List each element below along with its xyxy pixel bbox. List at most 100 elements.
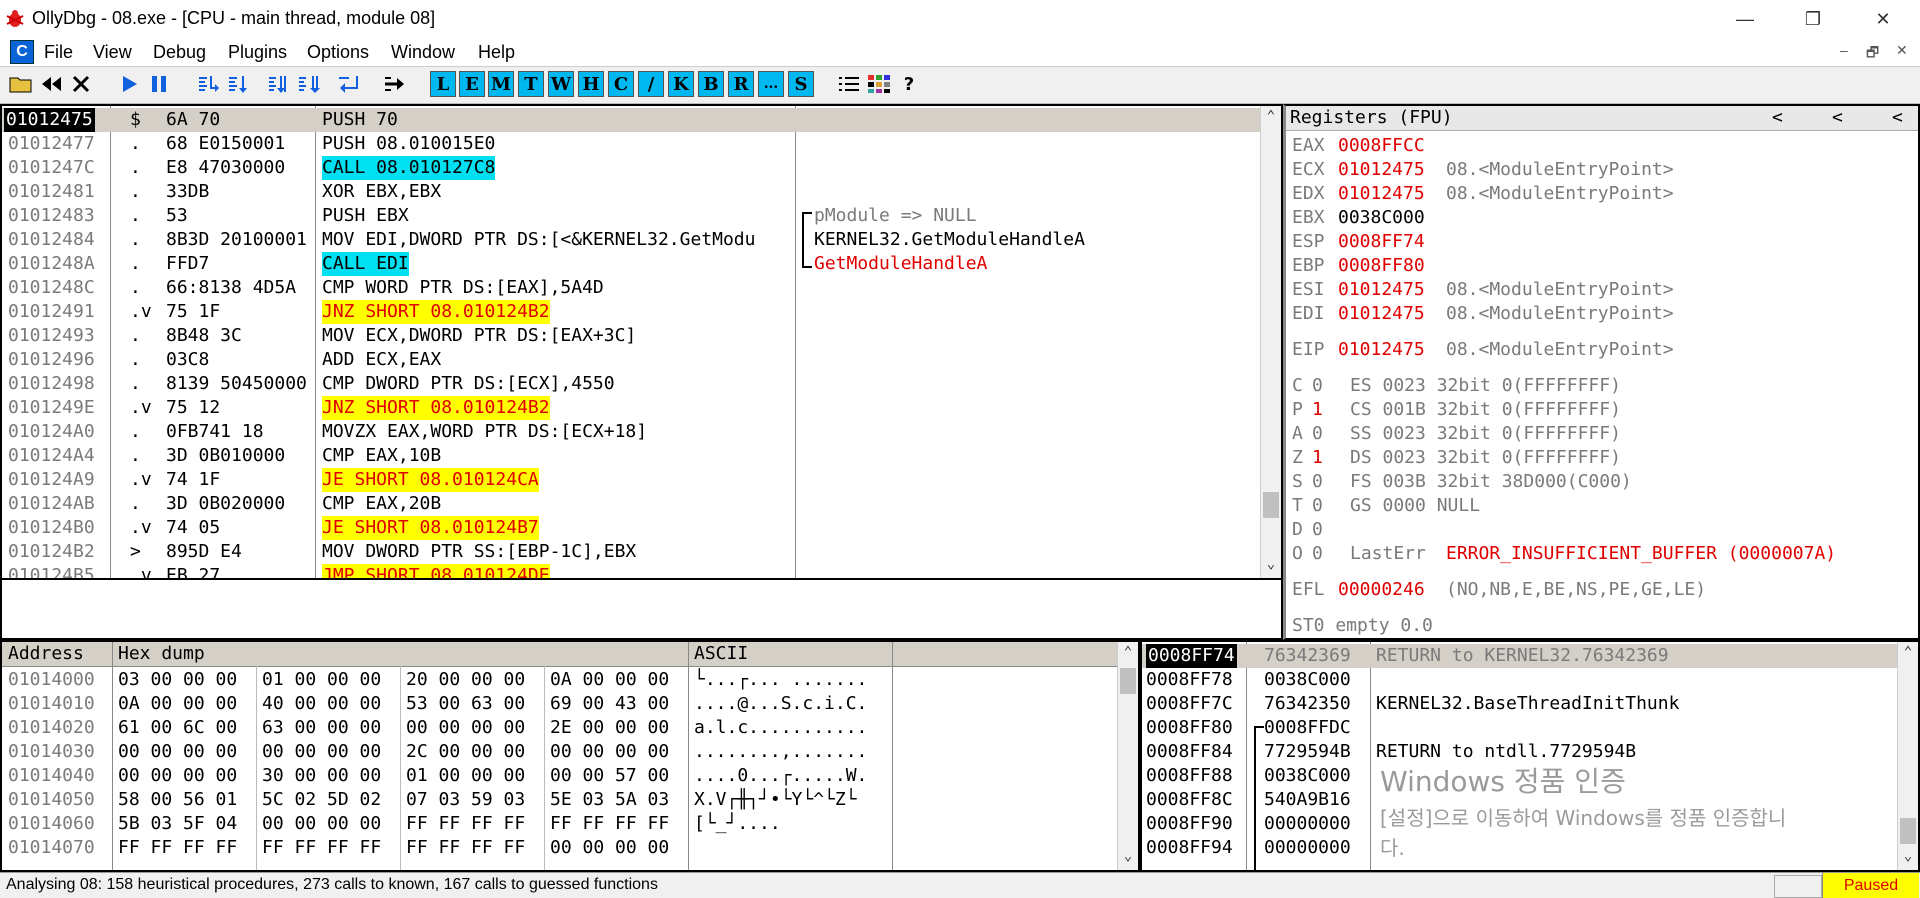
mdi-minimize-button[interactable]: –	[1840, 42, 1848, 58]
scroll-down-icon[interactable]: ⌄	[1118, 848, 1138, 868]
dump-header-ascii[interactable]: ASCII	[694, 642, 748, 666]
disassembly-row[interactable]: 01012481. 33DB XOR EBX,EBX	[2, 180, 1262, 204]
dump-header-hex[interactable]: Hex dump	[118, 642, 205, 666]
disassembly-row[interactable]: 01012477. 68 E0150001 PUSH 08.010015E0	[2, 132, 1262, 156]
list-icon[interactable]	[836, 71, 862, 97]
stack-scrollbar[interactable]: ⌃ ⌄	[1897, 642, 1918, 870]
menu-file[interactable]: File	[44, 42, 73, 63]
disassembly-row[interactable]: 010124AB. 3D 0B020000 CMP EAX,20B	[2, 492, 1262, 516]
disassembly-row[interactable]: 0101247C. E8 47030000 CALL 08.010127C8	[2, 156, 1262, 180]
handles-window-button[interactable]: H	[578, 71, 604, 97]
disassembly-row[interactable]: 010124A9 .v 74 1F JE SHORT 08.010124CA	[2, 468, 1262, 492]
run-icon[interactable]	[116, 71, 142, 97]
registers-pane[interactable]: Registers (FPU) < < < EAX 0008FFCC ECX 0101…	[1283, 104, 1920, 640]
scroll-thumb[interactable]	[1120, 668, 1136, 694]
eflags-row[interactable]: EFL 00000246 (NO,NB,E,BE,NS,PE,GE,LE)	[1286, 578, 1916, 602]
register-row[interactable]: EDX 01012475 08.<ModuleEntryPoint>	[1286, 182, 1916, 206]
register-row[interactable]: EBX 0038C000	[1286, 206, 1916, 230]
disassembly-pane[interactable]: 01012475 $6A 70 PUSH 70 01012477. 68 E015000…	[0, 104, 1283, 580]
windows-window-button[interactable]: W	[548, 71, 574, 97]
scroll-down-icon[interactable]: ⌄	[1898, 848, 1918, 868]
maximize-button[interactable]: ❐	[1784, 0, 1842, 38]
threads-window-button[interactable]: T	[518, 71, 544, 97]
mdi-restore-button[interactable]: 🗗	[1866, 42, 1879, 66]
stack-row[interactable]: 0008FF7C 76342350 KERNEL32.BaseThreadInitT…	[1142, 692, 1898, 716]
cpu-window-icon[interactable]: C	[10, 40, 34, 64]
disassembly-row[interactable]: 0101249E .v 75 12 JNZ SHORT 08.010124B2	[2, 396, 1262, 420]
dump-header-address[interactable]: Address	[8, 642, 84, 666]
run-trace-window-button[interactable]: ...	[758, 71, 784, 97]
nav-left-icon[interactable]: <	[1892, 106, 1903, 130]
register-row[interactable]: EBP 0008FF80	[1286, 254, 1916, 278]
disassembly-row[interactable]: 010124B0 .v 74 05 JE SHORT 08.010124B7	[2, 516, 1262, 540]
pause-icon[interactable]	[146, 71, 172, 97]
dump-scrollbar[interactable]: ⌃ ⌄	[1117, 642, 1138, 870]
close-program-icon[interactable]	[68, 71, 94, 97]
restart-icon[interactable]	[38, 71, 64, 97]
flag-row[interactable]: T 0 GS 0000 NULL	[1286, 494, 1916, 518]
fpu-row[interactable]: ST0 empty 0.0	[1286, 614, 1916, 638]
stack-pane[interactable]: 0008FF74 76342369 RETURN to KERNEL32.76342…	[1140, 640, 1920, 872]
references-window-button[interactable]: R	[728, 71, 754, 97]
disassembly-row[interactable]: 01012498. 8139 50450000 CMP DWORD PTR DS:[…	[2, 372, 1262, 396]
flag-row[interactable]: Z 1 DS 0023 32bit 0(FFFFFFFF)	[1286, 446, 1916, 470]
dump-row[interactable]: 01014000 03 00 00 00 01 00 00 00 20 00 00 0…	[2, 668, 1118, 692]
scroll-thumb[interactable]	[1900, 818, 1916, 844]
execute-till-return-icon[interactable]	[336, 71, 362, 97]
nav-left-icon[interactable]: <	[1772, 106, 1783, 130]
cpu-window-button[interactable]: C	[608, 71, 634, 97]
patches-window-button[interactable]: /	[638, 71, 664, 97]
close-button[interactable]: ✕	[1854, 0, 1912, 38]
menu-view[interactable]: View	[93, 42, 132, 63]
menu-window[interactable]: Window	[391, 42, 455, 63]
register-row[interactable]: ESI 01012475 08.<ModuleEntryPoint>	[1286, 278, 1916, 302]
stack-row[interactable]: 0008FF74 76342369 RETURN to KERNEL32.76342…	[1142, 644, 1898, 668]
flag-row[interactable]: A 0 SS 0023 32bit 0(FFFFFFFF)	[1286, 422, 1916, 446]
flag-row[interactable]: O 0 LastErr ERROR_INSUFFICIENT_BUFFER (0000…	[1286, 542, 1916, 566]
help-button[interactable]: ?	[896, 71, 922, 97]
modules-window-button[interactable]: E	[459, 71, 485, 97]
register-row[interactable]: ESP 0008FF74	[1286, 230, 1916, 254]
open-icon[interactable]	[8, 71, 34, 97]
disassembly-scrollbar[interactable]: ⌃ ⌄	[1260, 106, 1281, 578]
menu-plugins[interactable]: Plugins	[228, 42, 287, 63]
menu-options[interactable]: Options	[307, 42, 369, 63]
disassembly-row[interactable]: 010124A4. 3D 0B010000 CMP EAX,10B	[2, 444, 1262, 468]
dump-row[interactable]: 01014010 0A 00 00 00 40 00 00 00 53 00 63 0…	[2, 692, 1118, 716]
dump-row[interactable]: 01014030 00 00 00 00 00 00 00 00 2C 00 00 0…	[2, 740, 1118, 764]
flag-row[interactable]: S 0 FS 003B 32bit 38D000(C000)	[1286, 470, 1916, 494]
register-row[interactable]: EIP 01012475 08.<ModuleEntryPoint>	[1286, 338, 1916, 362]
step-over-icon[interactable]	[226, 71, 252, 97]
dump-row[interactable]: 01014040 00 00 00 00 30 00 00 00 01 00 00 0…	[2, 764, 1118, 788]
disassembly-row[interactable]: 0101248A. FFD7 CALL EDI GetModuleHandleA	[2, 252, 1262, 276]
breakpoints-window-button[interactable]: B	[698, 71, 724, 97]
dump-row[interactable]: 01014060 5B 03 5F 04 00 00 00 00 FF FF FF F…	[2, 812, 1118, 836]
memory-window-button[interactable]: M	[488, 71, 514, 97]
log-window-button[interactable]: L	[430, 71, 456, 97]
register-row[interactable]: ECX 01012475 08.<ModuleEntryPoint>	[1286, 158, 1916, 182]
dump-row[interactable]: 01014020 61 00 6C 00 63 00 00 00 00 00 00 0…	[2, 716, 1118, 740]
goto-address-icon[interactable]	[382, 71, 408, 97]
scroll-down-icon[interactable]: ⌄	[1261, 556, 1281, 576]
dump-row[interactable]: 01014050 58 00 56 01 5C 02 5D 02 07 03 59 0…	[2, 788, 1118, 812]
scroll-up-icon[interactable]: ⌃	[1118, 644, 1138, 664]
disassembly-row[interactable]: 010124B2 >895D E4 MOV DWORD PTR SS:[EBP-1C…	[2, 540, 1262, 564]
menu-debug[interactable]: Debug	[153, 42, 206, 63]
call-stack-window-button[interactable]: K	[668, 71, 694, 97]
disassembly-row[interactable]: 010124B5 .v EB 27 JMP SHORT 08.010124DE	[2, 564, 1262, 578]
register-row[interactable]: EAX 0008FFCC	[1286, 134, 1916, 158]
disassembly-row[interactable]: 01012475 $6A 70 PUSH 70	[2, 108, 1262, 132]
trace-over-icon[interactable]	[296, 71, 322, 97]
scroll-up-icon[interactable]: ⌃	[1261, 108, 1281, 128]
appearance-grid-icon[interactable]	[866, 71, 892, 97]
disassembly-row[interactable]: 010124A0. 0FB741 18 MOVZX EAX,WORD PTR DS:…	[2, 420, 1262, 444]
dump-row[interactable]: 01014070 FF FF FF FF FF FF FF FF FF FF FF F…	[2, 836, 1118, 860]
disassembly-row[interactable]: 01012484. 8B3D 20100001 MOV EDI,DWORD PTR …	[2, 228, 1262, 252]
stack-row[interactable]: 0008FF78 0038C000	[1142, 668, 1898, 692]
trace-into-icon[interactable]	[266, 71, 292, 97]
minimize-button[interactable]: —	[1716, 0, 1774, 38]
menu-help[interactable]: Help	[478, 42, 515, 63]
disassembly-row[interactable]: 01012491 .v 75 1F JNZ SHORT 08.010124B2	[2, 300, 1262, 324]
flag-row[interactable]: P 1 CS 001B 32bit 0(FFFFFFFF)	[1286, 398, 1916, 422]
flag-row[interactable]: C 0 ES 0023 32bit 0(FFFFFFFF)	[1286, 374, 1916, 398]
